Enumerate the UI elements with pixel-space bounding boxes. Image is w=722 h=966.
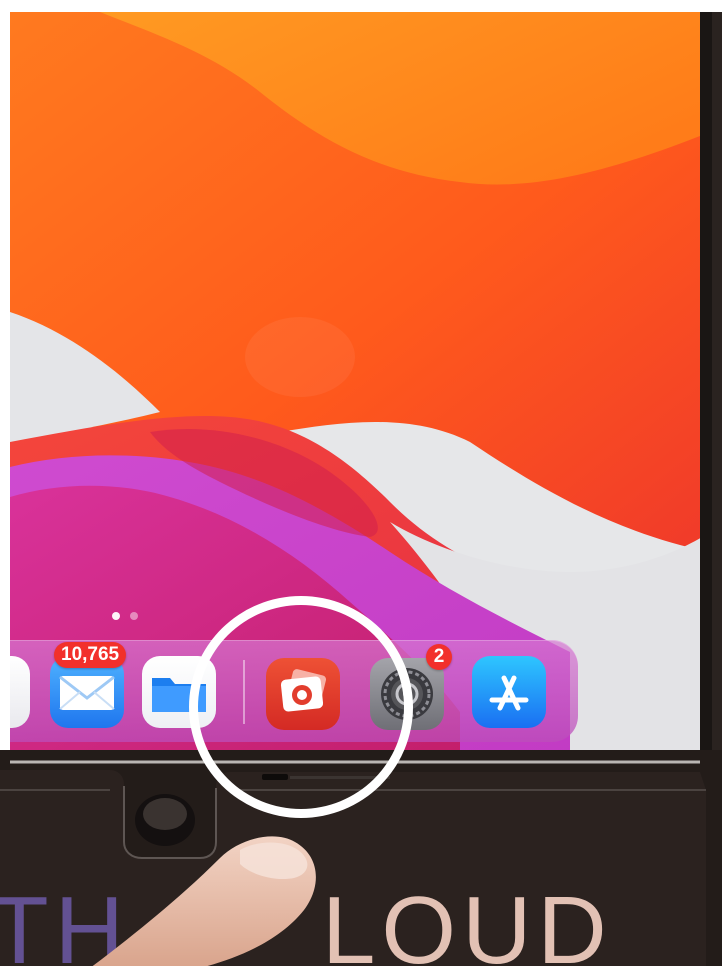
ipad-photo: 10,765 2 TH LOUD xyxy=(0,0,722,966)
dock-app-mail[interactable]: 10,765 xyxy=(50,642,127,728)
page-dot-active[interactable] xyxy=(112,612,120,620)
dock-app-partial[interactable] xyxy=(0,656,30,728)
case-lettering-right: LOUD xyxy=(322,880,613,966)
case-lettering: TH LOUD xyxy=(0,880,722,966)
case-lettering-left: TH xyxy=(0,880,130,966)
app-store-icon xyxy=(489,675,529,711)
settings-badge: 2 xyxy=(426,644,452,670)
mail-unread-badge: 10,765 xyxy=(54,642,127,668)
highlight-circle xyxy=(189,596,413,818)
page-dot[interactable] xyxy=(130,612,138,620)
page-indicator[interactable] xyxy=(112,612,138,620)
app-icon-partial xyxy=(0,656,30,728)
dock-app-app-store[interactable] xyxy=(472,656,546,728)
app-store-app-tile xyxy=(472,656,546,728)
